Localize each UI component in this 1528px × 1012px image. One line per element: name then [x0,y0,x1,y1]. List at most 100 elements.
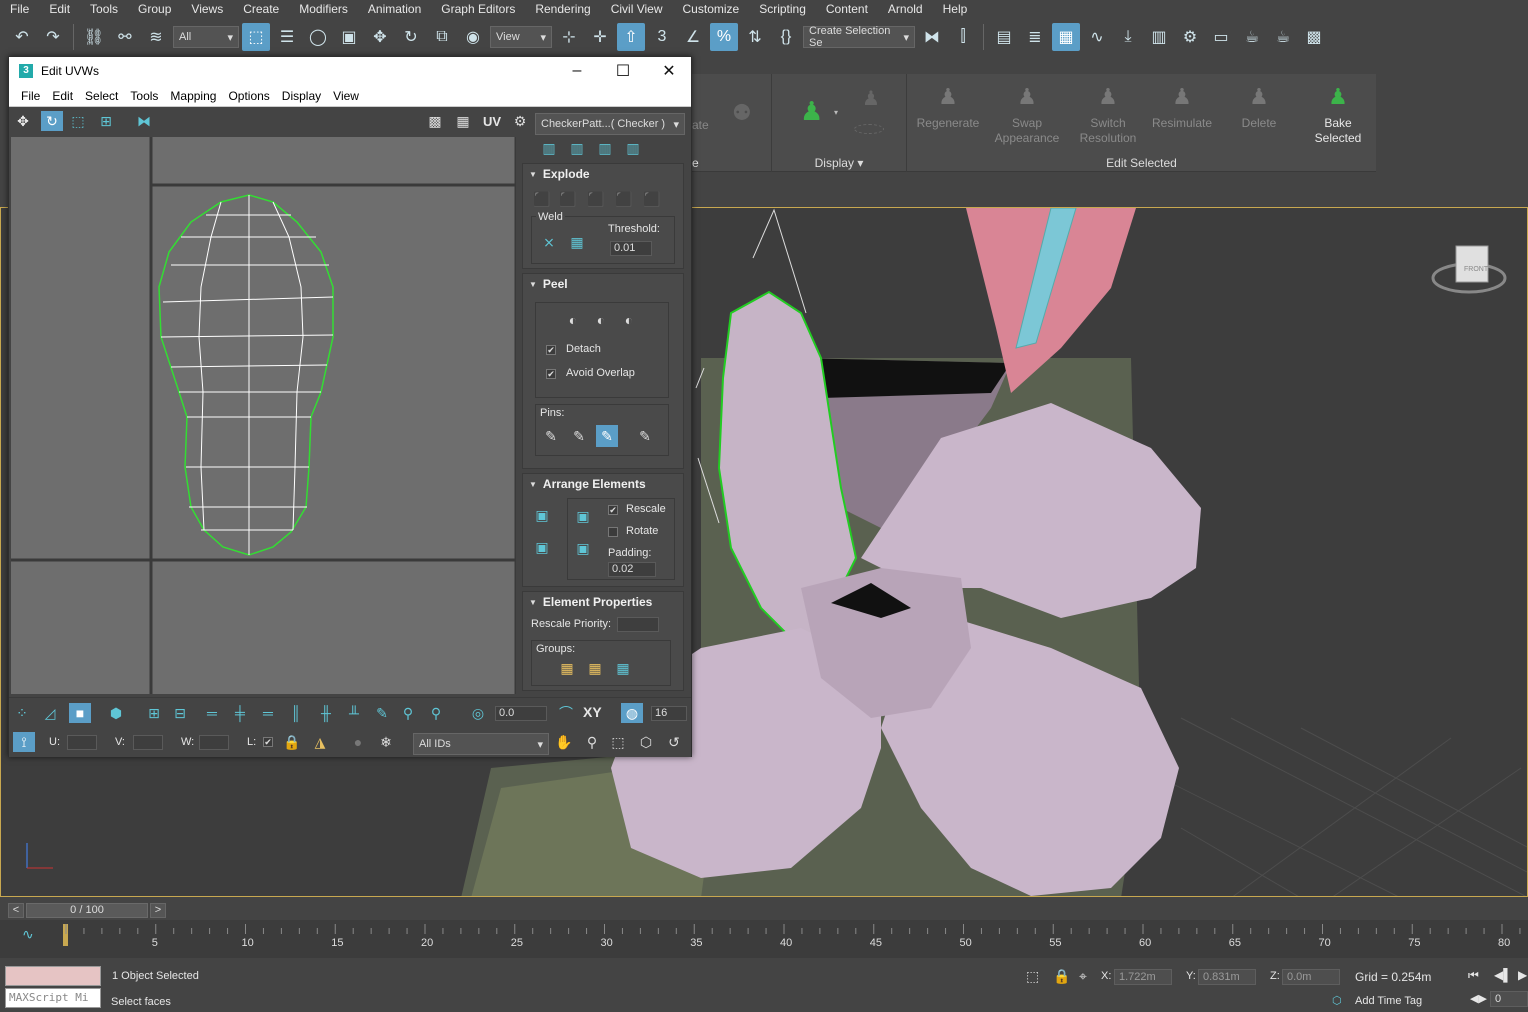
uv-shell[interactable] [158,194,334,556]
bind-spacewarp-icon[interactable]: ≋ [142,23,170,51]
v-field[interactable] [133,735,163,750]
hide-icon[interactable]: ◮ [309,732,331,752]
menu-modifiers[interactable]: Modifiers [289,2,358,16]
soft-selection-icon[interactable]: ◎ [467,703,489,723]
falloff-curve-icon[interactable]: ⌒ [555,703,577,723]
angle-snap-icon[interactable]: ∠ [679,23,707,51]
flatten-icon[interactable]: ⬛ [641,188,663,210]
edit-uvws-window[interactable]: 3 Edit UVWs – ☐ ✕ File Edit Select Tools Map… [8,56,692,757]
polygon-mode-icon[interactable]: ■ [69,703,91,723]
select-group-icon[interactable]: ▦ [612,657,634,679]
percent-snap-icon[interactable]: % [710,23,738,51]
selection-set-dropdown[interactable]: Create Selection Se ▾ [803,25,915,49]
peel-mode-icon[interactable]: ◐ [590,309,612,331]
spinner-snap-icon[interactable]: ⇅ [741,23,769,51]
menu-civil-view[interactable]: Civil View [601,2,673,16]
uvw-menu-file[interactable]: File [15,89,46,103]
menu-arnold[interactable]: Arnold [878,2,933,16]
selection-filter-dropdown[interactable]: All ▾ [173,26,239,48]
render-setup-icon[interactable]: ⚙ [1176,23,1204,51]
menu-tools[interactable]: Tools [80,2,128,16]
render-active-icon[interactable]: ▩ [1300,23,1328,51]
freeze-toggle-icon[interactable]: ● [347,732,369,752]
keyboard-shortcut-override-icon[interactable]: ⇧ [617,23,645,51]
element-properties-rollout-header[interactable]: ▼ Element Properties [523,592,683,612]
absolute-offset-icon[interactable]: ⟟ [13,732,35,752]
close-icon[interactable]: ✕ [646,57,692,85]
pan-icon[interactable]: ✋ [553,732,575,752]
named-sets-icon[interactable]: {} [772,23,800,51]
break-by-material-icon[interactable]: ⬛ [585,188,607,210]
arrange-elements-rollout-header[interactable]: ▼ Arrange Elements [523,474,683,494]
auto-pin-icon[interactable]: ✎ [596,425,618,447]
enlarge-brush-icon[interactable]: ⚲ [397,703,419,723]
threshold-spinner[interactable]: 0.01 [610,241,652,256]
u-field[interactable] [67,735,97,750]
pack-together-icon[interactable]: ▣ [572,505,594,527]
rescale-checkbox[interactable]: ✔ [608,505,618,515]
scale-icon[interactable]: ⬚ [67,111,89,131]
placement-icon[interactable]: ◉ [459,23,487,51]
key-mode-icon[interactable]: ◀▶ [1470,992,1487,1005]
spherical-map-icon[interactable]: ▥ [622,137,644,159]
delete-button[interactable]: ♟ Delete [1224,82,1294,131]
xy-space-button[interactable]: XY [583,704,602,720]
loop-icon[interactable]: ═ [201,703,223,723]
menu-rendering[interactable]: Rendering [525,2,600,16]
element-mode-icon[interactable]: ⬢ [105,703,127,723]
menu-content[interactable]: Content [816,2,878,16]
layers-icon[interactable]: ≣ [1021,23,1049,51]
time-slider-thumb[interactable]: 0 / 100 [26,903,148,918]
mirror-icon[interactable]: ⧓ [133,111,155,131]
ring-icon[interactable]: ║ [285,703,307,723]
menu-edit[interactable]: Edit [39,2,80,16]
peel-rollout-header[interactable]: ▼ Peel [523,274,683,294]
l-checkbox[interactable]: ✔ [263,737,273,747]
shrink-ring-icon[interactable]: ╨ [343,703,365,723]
rect-region-icon[interactable]: ◯ [304,23,332,51]
window-titlebar[interactable]: 3 Edit UVWs – ☐ ✕ [9,57,691,85]
menu-help[interactable]: Help [933,2,978,16]
maximize-icon[interactable]: ☐ [600,57,646,85]
absolute-mode-icon[interactable]: ⌖ [1079,968,1087,985]
menu-scripting[interactable]: Scripting [749,2,816,16]
explode-rollout-header[interactable]: ▼ Explode [523,164,683,184]
previous-frame-icon[interactable]: ◀▌ [1494,968,1512,982]
go-to-start-icon[interactable]: ⏮ [1468,968,1479,983]
zoom-region-icon[interactable]: ⬚ [607,732,629,752]
break-by-polygon-icon[interactable]: ⬛ [531,188,553,210]
uvw-menu-edit[interactable]: Edit [46,89,79,103]
uvw-menu-display[interactable]: Display [276,89,327,103]
curve-editor-icon[interactable]: ∿ [1083,23,1111,51]
grow-ring-icon[interactable]: ╫ [315,703,337,723]
grow-loop-icon[interactable]: ╪ [229,703,251,723]
selection-lock-icon[interactable]: 🔒 [1053,968,1070,985]
select-manipulate-icon[interactable]: ✛ [586,23,614,51]
redo-icon[interactable]: ↷ [39,23,67,51]
rotate-checkbox[interactable] [608,527,618,537]
freeform-icon[interactable]: ⊞ [95,111,117,131]
menu-customize[interactable]: Customize [673,2,750,16]
padding-spinner[interactable]: 0.02 [608,562,656,577]
w-field[interactable] [199,735,229,750]
time-slider-next-button[interactable]: > [150,903,166,918]
bake-selected-button[interactable]: ♟ Bake Selected [1303,82,1373,146]
layer-explorer-icon[interactable]: ▤ [990,23,1018,51]
move-icon[interactable]: ✥ [12,111,34,131]
y-coord-field[interactable]: 0.831m [1198,969,1256,985]
menu-animation[interactable]: Animation [358,2,431,16]
reference-coordinate-dropdown[interactable]: View ▾ [490,26,552,48]
isolate-selection-icon[interactable]: ⬚ [1026,968,1039,985]
z-coord-field[interactable]: 0.0m [1282,969,1340,985]
rotate-icon[interactable]: ↻ [397,23,425,51]
zoom-icon[interactable]: ⚲ [581,732,603,752]
uvw-menu-view[interactable]: View [327,89,365,103]
detach-checkbox[interactable]: ✔ [546,345,556,355]
ungroup-selected-icon[interactable]: ▦ [584,657,606,679]
uvw-menu-mapping[interactable]: Mapping [164,89,222,103]
settings-icon[interactable]: ⚙ [509,111,531,131]
menu-group[interactable]: Group [128,2,181,16]
ids-filter-dropdown[interactable]: All IDs ▾ [413,733,549,755]
undo-icon[interactable]: ↶ [8,23,36,51]
edge-distance-spinner[interactable]: 16 [651,706,687,721]
